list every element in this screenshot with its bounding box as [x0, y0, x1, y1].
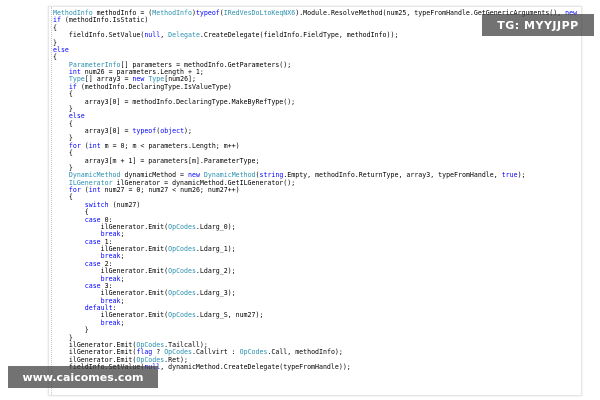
code-line: ilGenerator.Emit(OpCodes.Ldarg_3); — [53, 289, 236, 298]
code-line: if (methodInfo.DeclaringType.IsValueType… — [68, 82, 232, 91]
code-line: array3[0] = methodInfo.DeclaringType.Mak… — [53, 97, 296, 106]
code-line: break; — [100, 318, 125, 327]
code-line: array3[0] = typeof(object); — [53, 127, 192, 135]
telegram-badge: TG: MYYJJPP — [482, 14, 594, 36]
code-line: { — [53, 208, 89, 217]
code-line: } — [53, 38, 57, 47]
code-line: array3[m + 1] = parameters[m].ParameterT… — [53, 156, 260, 165]
code-line: break; — [100, 296, 125, 305]
code-line: ilGenerator.Emit(OpCodes.Ldarg_S, num27)… — [53, 311, 264, 320]
code-line: for (int num27 = 0; num27 < num26; num27… — [68, 186, 240, 194]
code-line: break; — [100, 274, 125, 283]
code-line: ilGenerator.Emit(OpCodes.Ldarg_2); — [53, 267, 236, 276]
code-line: else — [53, 45, 69, 54]
code-line: ilGenerator.Emit(OpCodes.Ldarg_0); — [53, 222, 236, 231]
code-line: } — [53, 326, 89, 335]
code-view[interactable]: MethodInfo methodInfo = (MethodInfo)type… — [53, 9, 581, 371]
code-line: break; — [100, 252, 125, 261]
watermark: www.caicomes.com — [8, 366, 158, 388]
code-line: } — [53, 104, 73, 113]
code-line: else — [68, 112, 85, 121]
code-line: break; — [100, 230, 125, 239]
code-line: for (int m = 0; m < parameters.Length; m… — [68, 141, 240, 150]
indent-guide — [49, 7, 52, 395]
code-line: ilGenerator.Emit(OpCodes.Ldarg_1); — [53, 245, 236, 253]
code-line: switch (num27) — [84, 200, 141, 209]
code-editor[interactable]: MethodInfo methodInfo = (MethodInfo)type… — [48, 6, 582, 396]
